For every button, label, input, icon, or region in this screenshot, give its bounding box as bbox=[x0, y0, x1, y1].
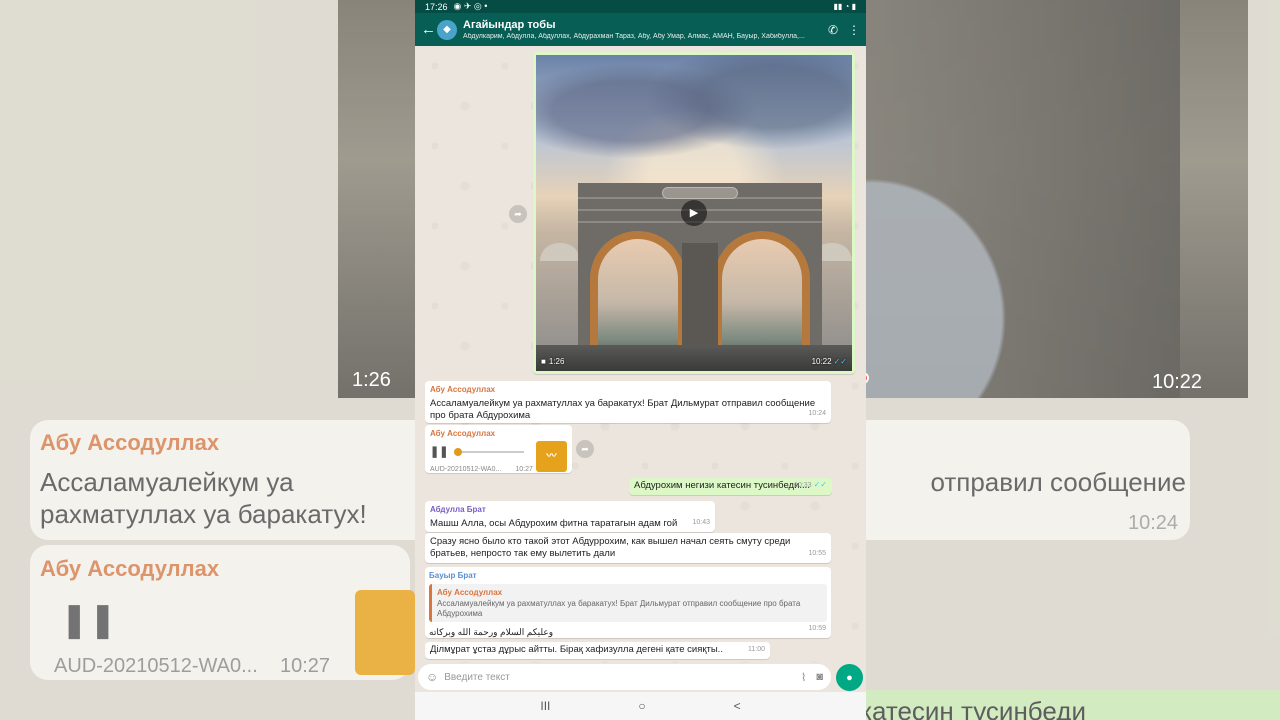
group-members: Абдулкарим, Абдулла, Абдуллах, Абдурахма… bbox=[463, 33, 805, 40]
forward-icon[interactable]: ➦ bbox=[576, 440, 594, 458]
message-sender[interactable]: Абу Ассодуллах bbox=[430, 428, 567, 440]
android-nav-bar: III ○ < bbox=[415, 692, 866, 720]
chat-area[interactable]: ➦ ▶ ■ 1:26 10:22 ✓✓ Абу Ассодуллах Ассал… bbox=[415, 46, 866, 663]
status-icons: ◉ ✈ ◎ • bbox=[453, 1, 488, 11]
video-time-text: 10:22 bbox=[811, 357, 832, 366]
message-sender[interactable]: Абдулла Брат bbox=[430, 504, 710, 516]
audio-seekbar[interactable] bbox=[454, 448, 524, 456]
message-text: وعليكم السلام ورحمة الله وبركاته bbox=[429, 627, 554, 637]
message-time: 11:00 bbox=[748, 646, 765, 653]
forward-icon[interactable]: ➦ bbox=[509, 205, 527, 223]
message-4[interactable]: Абдулла Брат Машш Алла, осы Абдурохим фи… bbox=[425, 501, 715, 532]
header-titles[interactable]: Агайындар тобы Абдулкарим, Абдулла, Абду… bbox=[463, 19, 818, 40]
message-time-text: 10:33 bbox=[794, 482, 812, 489]
group-title: Агайындар тобы bbox=[463, 19, 556, 31]
video-thumbnail[interactable]: ▶ ■ 1:26 10:22 ✓✓ bbox=[536, 55, 852, 371]
emoji-icon[interactable]: ☺ bbox=[426, 670, 438, 684]
quoted-sender: Абу Ассодуллах bbox=[437, 588, 503, 597]
message-input[interactable]: Введите текст bbox=[444, 672, 791, 683]
status-time: 17:26 bbox=[425, 1, 448, 12]
audio-seek-handle[interactable] bbox=[454, 448, 462, 456]
gate-plaque bbox=[662, 187, 738, 199]
video-road bbox=[536, 345, 852, 371]
video-message[interactable]: ▶ ■ 1:26 10:22 ✓✓ bbox=[533, 52, 855, 374]
message-time: 10:55 bbox=[808, 550, 826, 557]
message-text: Ділмұрат ұстаз дұрыс айтты. Бірақ хафизу… bbox=[430, 644, 723, 655]
read-ticks-icon: ✓✓ bbox=[813, 480, 827, 489]
audio-message[interactable]: Абу Ассодуллах ❚❚ AUD-20210512-WA0... 10:… bbox=[425, 425, 572, 473]
message-text: Машш Алла, осы Абдурохим фитна таратагын… bbox=[430, 518, 678, 529]
video-dome-left bbox=[540, 243, 580, 261]
phone-screen: 17:26 ◉ ✈ ◎ • ▮▮ ◔ ▮ ← ◆ Агайындар тобы … bbox=[415, 0, 866, 720]
video-sky bbox=[536, 55, 852, 195]
video-duration-text: 1:26 bbox=[548, 357, 565, 366]
message-7[interactable]: Ділмұрат ұстаз дұрыс айтты. Бірақ хафизу… bbox=[425, 642, 770, 659]
message-time: 10:24 bbox=[808, 410, 826, 417]
message-time: 10:33 ✓✓ bbox=[794, 479, 827, 492]
pause-icon[interactable]: ❚❚ bbox=[430, 446, 448, 458]
message-input-bar[interactable]: ☺ Введите текст ⌇ ◙ bbox=[418, 664, 831, 690]
nav-back-icon[interactable]: < bbox=[734, 699, 741, 713]
recent-apps-icon[interactable]: III bbox=[540, 699, 550, 713]
audio-time: 10:27 bbox=[515, 466, 533, 473]
home-icon[interactable]: ○ bbox=[638, 699, 645, 713]
message-text: Сразу ясно было кто такой этот Абдуррохи… bbox=[430, 536, 791, 559]
quoted-message[interactable]: Абу Ассодуллах Ассаламуалейкум уа рахмат… bbox=[429, 584, 827, 622]
audio-file-text: AUD-20210512-WA0... bbox=[430, 466, 502, 473]
reply-message[interactable]: Бауыр Брат Абу Ассодуллах Ассаламуалейку… bbox=[425, 567, 831, 638]
message-time: 10:43 bbox=[692, 519, 710, 526]
video-camera-icon: ■ bbox=[541, 357, 546, 366]
message-text: Ассаламуалейкум уа рахматуллах уа барака… bbox=[430, 398, 816, 421]
message-sender[interactable]: Абу Ассодуллах bbox=[430, 384, 826, 396]
message-1[interactable]: Абу Ассодуллах Ассаламуалейкум уа рахмат… bbox=[425, 381, 831, 423]
group-avatar[interactable]: ◆ bbox=[437, 19, 457, 40]
menu-icon[interactable]: ⋮ bbox=[848, 23, 860, 37]
message-5[interactable]: Сразу ясно было кто такой этот Абдуррохи… bbox=[425, 533, 831, 563]
status-bar: 17:26 ◉ ✈ ◎ • ▮▮ ◔ ▮ bbox=[415, 0, 866, 13]
status-right-icons: ▮▮ ◔ ▮ bbox=[833, 2, 856, 11]
message-3[interactable]: Абдурохим негизи катесин тусинбеди.... 1… bbox=[629, 478, 832, 495]
play-icon[interactable]: ▶ bbox=[681, 200, 707, 226]
quoted-text: Ассаламуалейкум уа рахматуллах уа барака… bbox=[437, 599, 801, 618]
camera-icon[interactable]: ◙ bbox=[816, 671, 823, 683]
message-text: Абдурохим негизи катесин тусинбеди.... bbox=[634, 480, 810, 491]
back-arrow-icon[interactable]: ← bbox=[421, 21, 436, 38]
attach-icon[interactable]: ⌇ bbox=[801, 671, 806, 684]
video-time: 10:22 ✓✓ bbox=[812, 356, 847, 368]
read-ticks-icon: ✓✓ bbox=[833, 357, 847, 366]
call-add-icon[interactable]: ✆ bbox=[828, 23, 838, 37]
message-time: 10:59 bbox=[808, 625, 826, 632]
message-sender[interactable]: Бауыр Брат bbox=[429, 570, 827, 582]
audio-thumbnail: 〰 bbox=[536, 441, 567, 472]
video-duration: ■ 1:26 bbox=[541, 356, 564, 368]
chat-header[interactable]: ← ◆ Агайындар тобы Абдулкарим, Абдулла, … bbox=[415, 13, 866, 46]
microphone-icon[interactable]: ● bbox=[836, 664, 863, 691]
